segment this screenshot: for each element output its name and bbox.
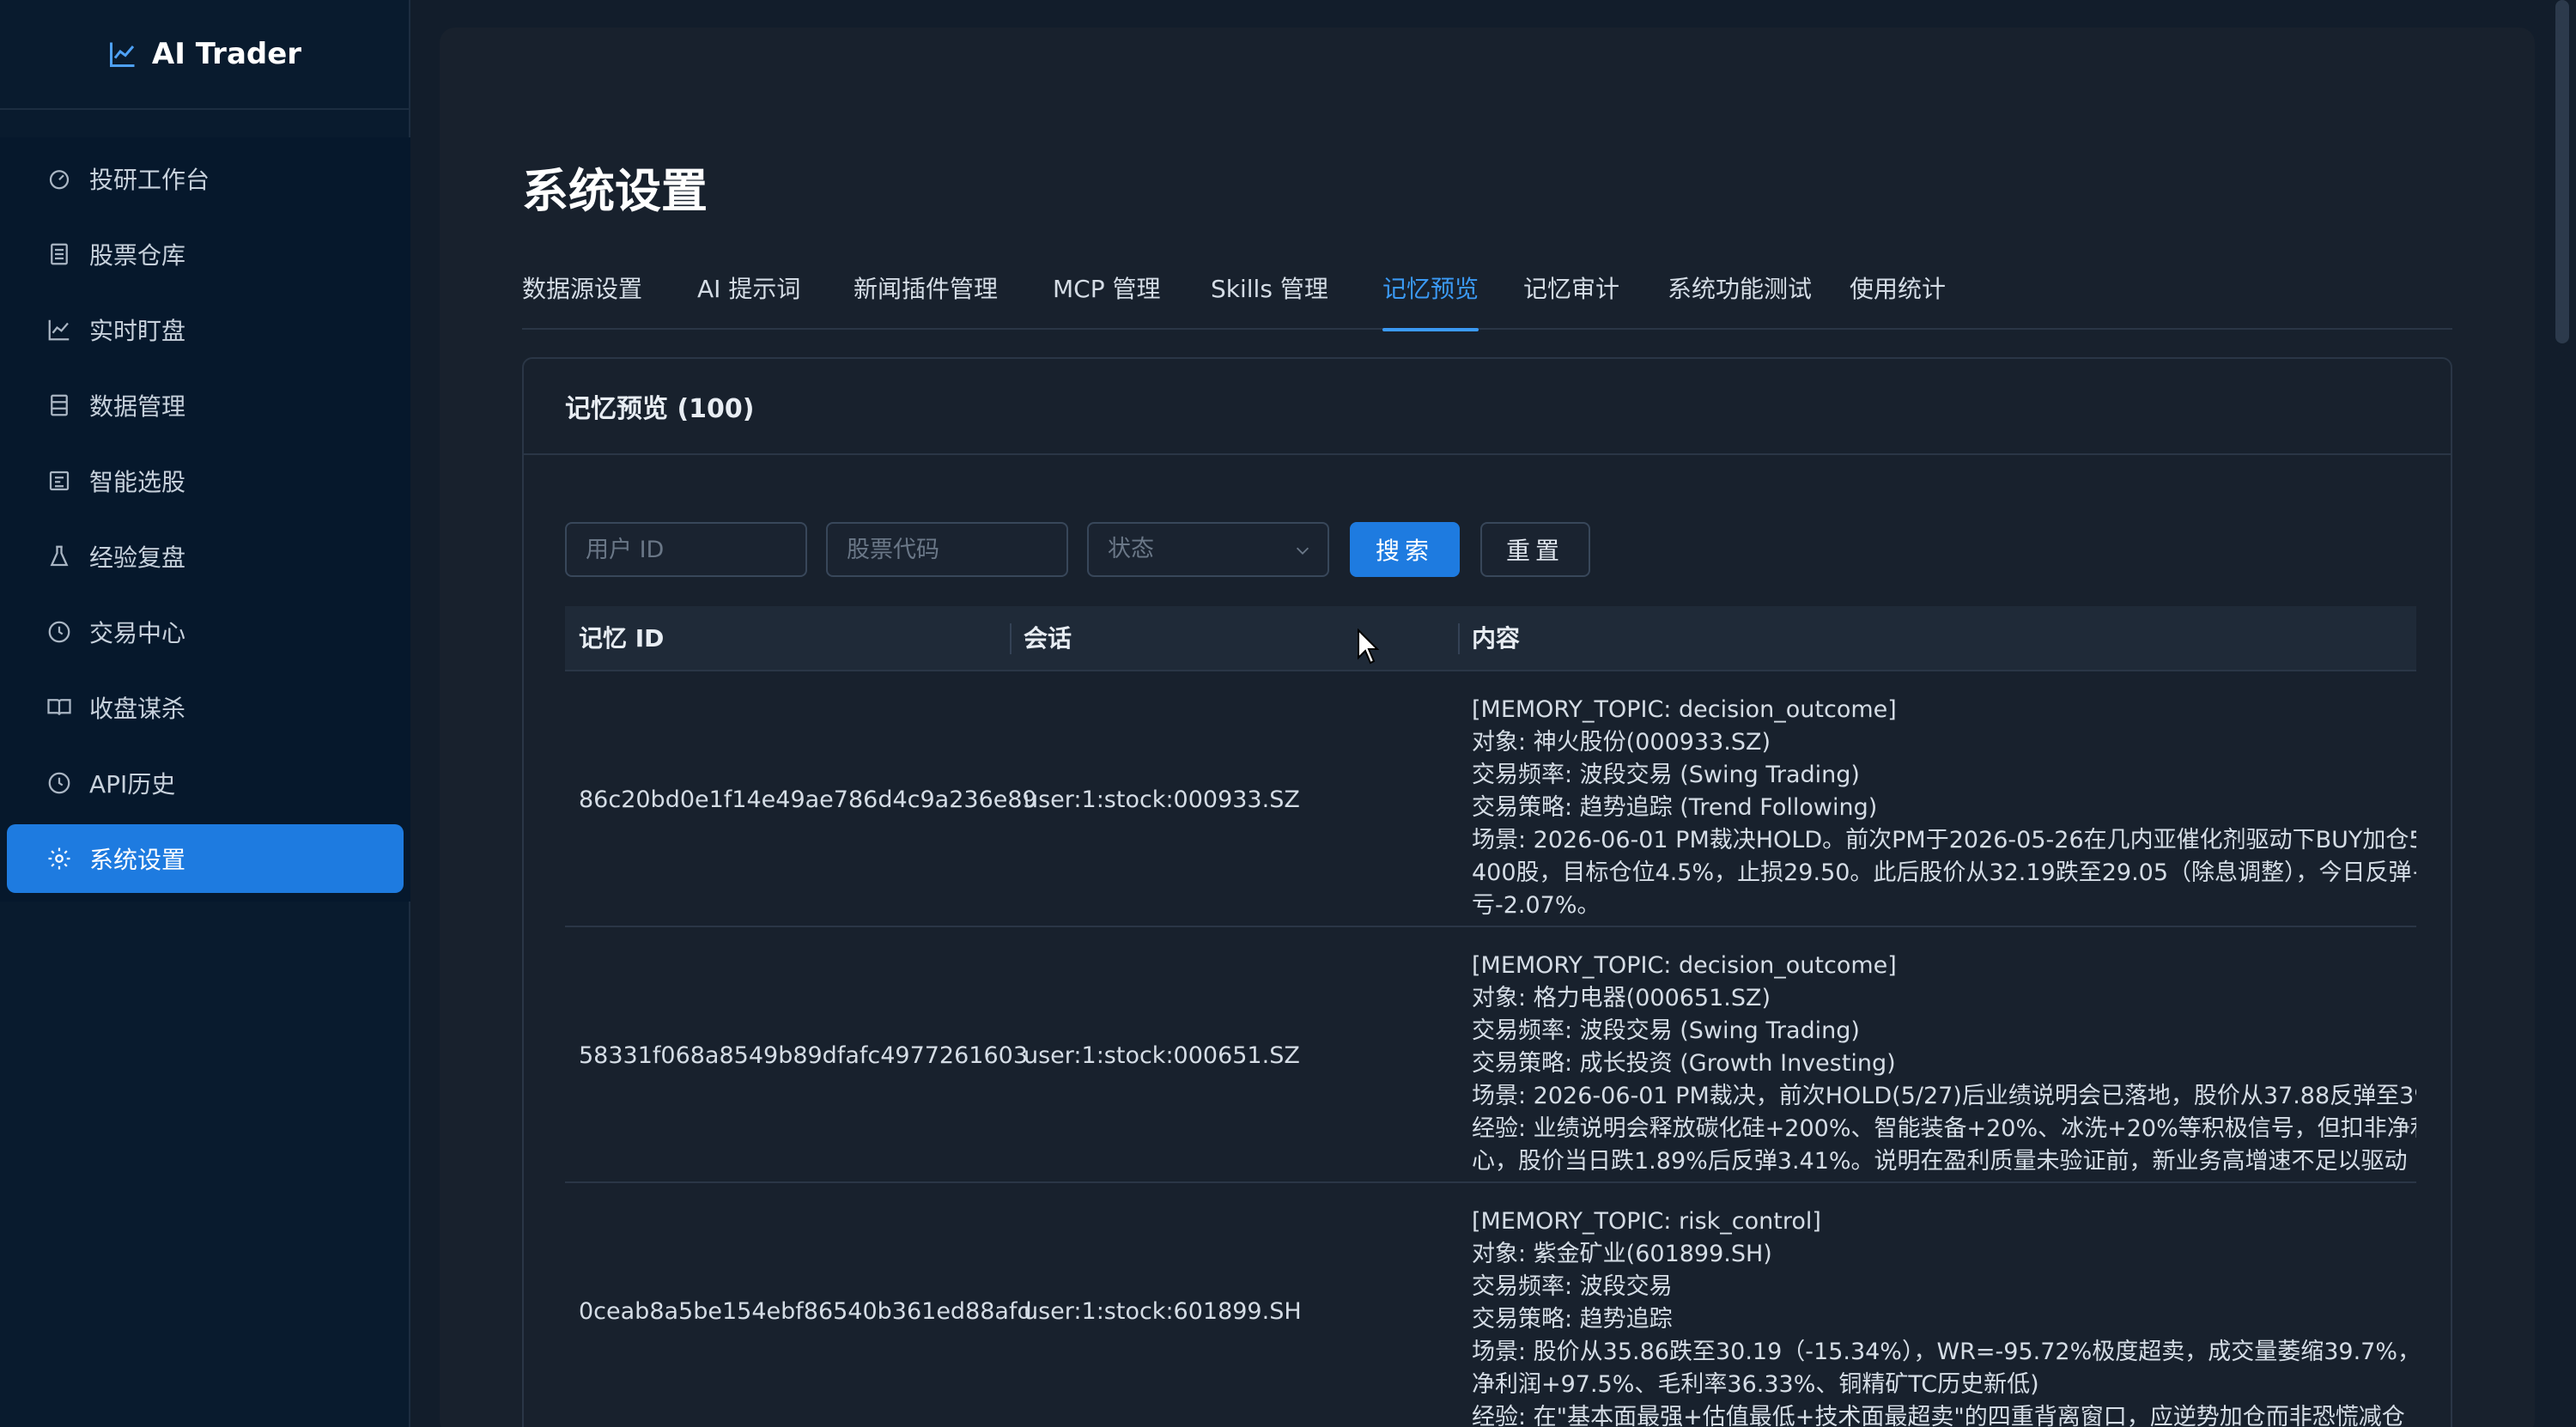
content-line: [MEMORY_TOPIC: risk_control] [1472, 1208, 1821, 1235]
history-icon [48, 772, 70, 794]
sidebar-item-label: 投研工作台 [89, 166, 210, 194]
content-line: 经验: 在"基本面最强+估值最低+技术面最超卖"的四重背离窗口，应逆势加仓而非恐… [1472, 1404, 2405, 1427]
content-line: [MEMORY_TOPIC: decision_outcome] [1472, 696, 1897, 723]
tab-data-source[interactable]: 数据源设置 [522, 271, 642, 330]
tab-memory-audit[interactable]: 记忆审计 [1523, 271, 1619, 330]
sidebar-item-realtime-monitor[interactable]: 实时盯盘 [7, 295, 404, 364]
table-row[interactable]: 86c20bd0e1f14e49ae786d4c9a236e89 user:1:… [565, 671, 2416, 927]
content-line: [MEMORY_TOPIC: decision_outcome] [1472, 952, 1897, 979]
column-header-content[interactable]: 内容 [1458, 606, 1520, 671]
sidebar-item-data-management[interactable]: 数据管理 [7, 371, 404, 440]
memory-preview-panel: 记忆预览 (100) 状态 搜索 重置 记忆 ID 会话 内容 [522, 357, 2452, 1427]
reset-button[interactable]: 重置 [1480, 522, 1590, 577]
sidebar-item-label: 交易中心 [89, 619, 186, 647]
app-title: AI Trader [151, 37, 302, 71]
content-cell: [MEMORY_TOPIC: risk_control] 对象: 紫金矿业(60… [1458, 1205, 2416, 1427]
memory-id-cell: 58331f068a8549b89dfafc4977261603 [579, 1041, 1029, 1069]
sidebar-item-system-settings[interactable]: 系统设置 [7, 824, 404, 893]
content-line: 场景: 2026-06-01 PM裁决，前次HOLD(5/27)后业绩说明会已落… [1472, 1083, 2416, 1109]
content-line: 场景: 股价从35.86跌至30.19（-15.34%），WR=-95.72%极… [1472, 1339, 2416, 1365]
tab-mcp[interactable]: MCP 管理 [1053, 271, 1161, 330]
dashboard-icon [49, 170, 70, 190]
line-chart-icon [109, 42, 135, 67]
content-line: 交易策略: 趋势追踪 (Trend Following) [1472, 794, 1878, 821]
user-id-field[interactable] [565, 522, 807, 577]
line-chart-icon [48, 319, 70, 341]
tab-memory-preview[interactable]: 记忆预览 [1382, 271, 1479, 331]
tab-skills[interactable]: Skills 管理 [1211, 271, 1328, 330]
book-icon [47, 699, 71, 715]
sidebar-item-label: API历史 [89, 770, 176, 799]
page-title: 系统设置 [522, 164, 708, 218]
sidebar-item-experience-review[interactable]: 经验复盘 [7, 522, 404, 591]
content-cell: [MEMORY_TOPIC: decision_outcome] 对象: 神火股… [1458, 694, 2416, 922]
stock-code-field[interactable] [826, 522, 1068, 577]
content-line: 交易策略: 成长投资 (Growth Investing) [1472, 1050, 1896, 1077]
database-icon [51, 394, 68, 416]
tab-ai-prompts[interactable]: AI 提示词 [697, 271, 800, 330]
status-placeholder: 状态 [1108, 536, 1154, 562]
content-line: 交易频率: 波段交易 (Swing Trading) [1472, 1017, 1860, 1044]
mouse-cursor-icon [1358, 628, 1380, 665]
content-line: 交易频率: 波段交易 (Swing Trading) [1472, 762, 1860, 788]
tab-system-test[interactable]: 系统功能测试 [1668, 271, 1812, 330]
status-select[interactable]: 状态 [1087, 522, 1329, 577]
sidebar-item-workbench[interactable]: 投研工作台 [7, 144, 404, 213]
clock-icon [48, 621, 70, 643]
content-line: 400股，目标仓位4.5%，止损29.50。此后股价从32.19跌至29.05（… [1472, 859, 2416, 886]
sidebar-item-smart-screener[interactable]: 智能选股 [7, 446, 404, 515]
sidebar: AI Trader 投研工作台 股票仓库 实时盯盘 数据管理 智能选股 经验复盘 [0, 0, 410, 1427]
sidebar-item-label: 经验复盘 [89, 543, 186, 572]
content-line: 交易频率: 波段交易 [1472, 1273, 1673, 1300]
column-header-memory-id[interactable]: 记忆 ID [565, 606, 664, 671]
flask-icon [50, 545, 69, 567]
document-icon [51, 243, 68, 265]
chevron-down-icon [1296, 547, 1309, 555]
memory-id-cell: 86c20bd0e1f14e49ae786d4c9a236e89 [579, 786, 1037, 813]
sidebar-item-label: 系统设置 [89, 846, 186, 874]
content-line: 场景: 2026-06-01 PM裁决HOLD。前次PM于2026-05-26在… [1472, 827, 2416, 853]
sidebar-item-stock-warehouse[interactable]: 股票仓库 [7, 220, 404, 288]
sidebar-item-closing[interactable]: 收盘谋杀 [7, 673, 404, 742]
sidebar-item-label: 数据管理 [89, 392, 186, 421]
table-header: 记忆 ID 会话 内容 [565, 606, 2416, 671]
session-cell: user:1:stock:601899.SH [1024, 1297, 1302, 1325]
sidebar-item-label: 股票仓库 [89, 241, 186, 270]
content-cell: [MEMORY_TOPIC: decision_outcome] 对象: 格力电… [1458, 950, 2416, 1178]
sidebar-item-api-history[interactable]: API历史 [7, 749, 404, 817]
session-cell: user:1:stock:000651.SZ [1024, 1041, 1300, 1069]
sidebar-item-label: 智能选股 [89, 468, 186, 496]
settings-tabs: 数据源设置 AI 提示词 新闻插件管理 MCP 管理 Skills 管理 记忆预… [522, 271, 2452, 331]
table-row[interactable]: 0ceab8a5be154ebf86540b361ed88afd user:1:… [565, 1183, 2416, 1427]
panel-title: 记忆预览 (100) [524, 359, 2451, 455]
session-cell: user:1:stock:000933.SZ [1024, 786, 1300, 813]
memory-id-cell: 0ceab8a5be154ebf86540b361ed88afd [579, 1297, 1032, 1325]
content-line: 心，股价当日跌1.89%后反弹3.41%。说明在盈利质量未验证前，新业务高增速不… [1472, 1148, 2408, 1175]
main-content: 系统设置 数据源设置 AI 提示词 新闻插件管理 MCP 管理 Skills 管… [440, 27, 2535, 1427]
sidebar-item-trading-center[interactable]: 交易中心 [7, 598, 404, 666]
table-row[interactable]: 58331f068a8549b89dfafc4977261603 user:1:… [565, 927, 2416, 1183]
content-line: 净利润+97.5%、毛利率36.33%、铜精矿TC历史新低) [1472, 1371, 2039, 1398]
column-header-session[interactable]: 会话 [1010, 606, 1072, 671]
content-line: 交易策略: 趋势追踪 [1472, 1306, 1673, 1333]
sidebar-item-label: 实时盯盘 [89, 317, 186, 345]
sidebar-nav: 投研工作台 股票仓库 实时盯盘 数据管理 智能选股 经验复盘 交易中心 收盘谋杀… [0, 137, 410, 902]
tab-usage-stats[interactable]: 使用统计 [1850, 271, 1946, 330]
search-button[interactable]: 搜索 [1350, 522, 1460, 577]
content-line: 对象: 格力电器(000651.SZ) [1472, 985, 1771, 1011]
stock-code-input[interactable] [847, 524, 1066, 575]
filter-icon [49, 471, 70, 491]
tab-news-plugins[interactable]: 新闻插件管理 [854, 271, 998, 330]
sidebar-item-label: 收盘谋杀 [89, 695, 186, 723]
content-line: 对象: 神火股份(000933.SZ) [1472, 729, 1771, 756]
app-brand[interactable]: AI Trader [0, 0, 409, 110]
user-id-input[interactable] [586, 524, 805, 575]
content-line: 经验: 业绩说明会释放碳化硅+200%、智能装备+20%、冰洗+20%等积极信号… [1472, 1115, 2416, 1142]
memory-table: 记忆 ID 会话 内容 86c20bd0e1f14e49ae786d4c9a23… [565, 606, 2416, 1427]
content-line: 对象: 紫金矿业(601899.SH) [1472, 1241, 1772, 1267]
page-scrollbar[interactable] [2555, 0, 2569, 343]
gear-icon [48, 847, 70, 870]
content-line: 亏-2.07%。 [1472, 892, 1601, 919]
